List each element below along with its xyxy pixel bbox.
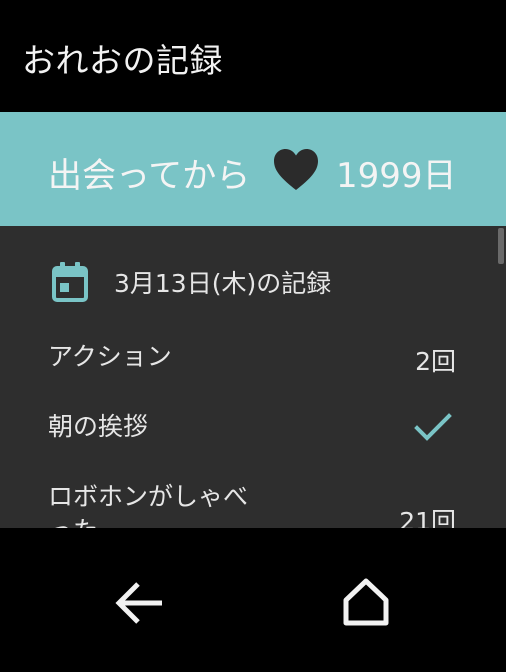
check-icon: [414, 413, 452, 441]
record-value: 2回: [415, 347, 456, 376]
record-value: 21回: [399, 507, 456, 528]
heart-icon: [274, 149, 318, 190]
record-list[interactable]: 3月13日(木)の記録 アクション 2回 朝の挨拶 ロボホンがしゃべった 21回: [0, 226, 506, 528]
list-item: アクション 2回: [0, 340, 506, 380]
record-label: アクション: [48, 342, 172, 371]
days-since-met-banner: 出会ってから 1999日: [0, 112, 506, 226]
home-icon[interactable]: [342, 578, 390, 626]
list-item: ロボホンがしゃべった 21回: [0, 480, 506, 528]
app-bar: おれおの記録: [0, 0, 506, 112]
banner-days-count: 1999日: [336, 156, 457, 196]
back-arrow-icon[interactable]: [114, 580, 164, 626]
record-label: 朝の挨拶: [48, 412, 149, 441]
banner-label: 出会ってから: [48, 156, 251, 196]
calendar-icon: [52, 262, 88, 302]
list-item: 朝の挨拶: [0, 410, 506, 450]
navigation-bar: [0, 528, 506, 672]
date-header: 3月13日(木)の記録: [0, 256, 506, 306]
record-label: ロボホンがしゃべった: [48, 482, 249, 528]
date-label: 3月13日(木)の記録: [114, 269, 332, 298]
app-title: おれおの記録: [22, 41, 223, 80]
